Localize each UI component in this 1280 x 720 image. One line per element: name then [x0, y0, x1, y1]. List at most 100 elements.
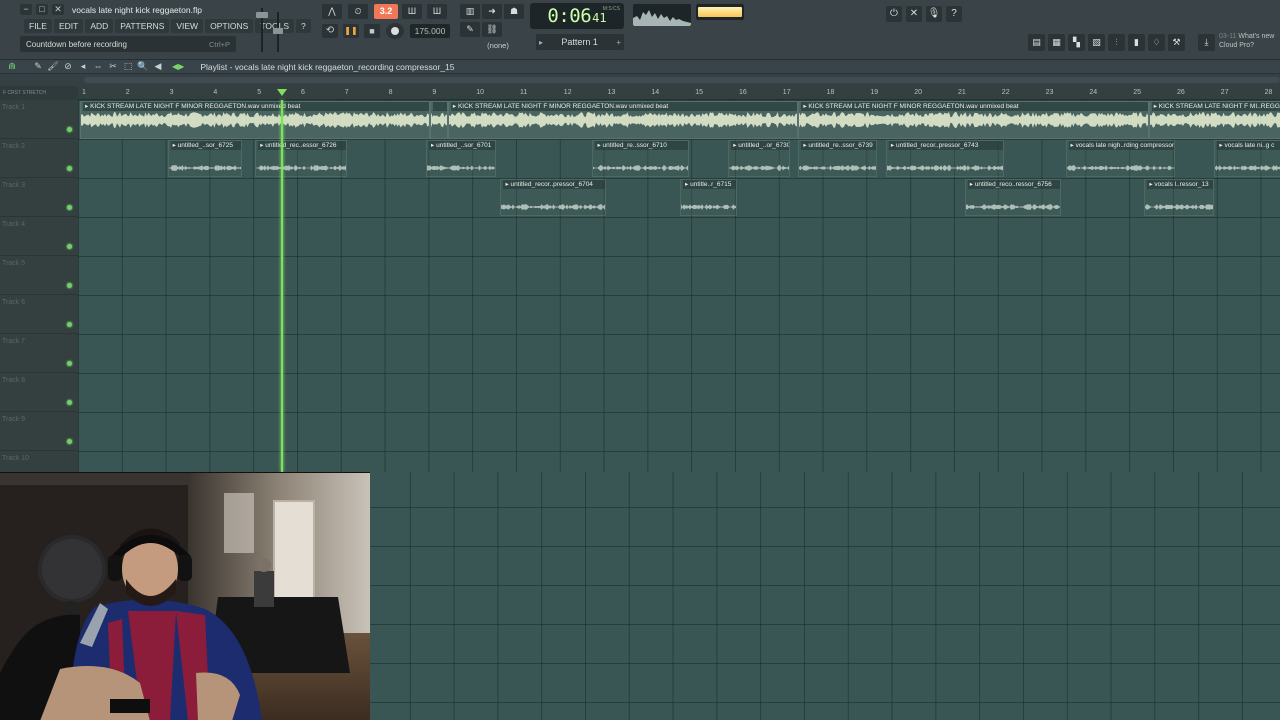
- track-header[interactable]: Track 7: [0, 334, 78, 373]
- time-signature-controls[interactable]: F CRST STRETCH: [0, 86, 78, 100]
- vocal-audio-clip[interactable]: ▸ untitle..r_6715: [680, 179, 737, 216]
- close-icon[interactable]: ✕: [52, 4, 64, 15]
- zoom-tool-icon[interactable]: 🔍: [137, 61, 149, 72]
- playlist-view-icon[interactable]: ▤: [1028, 34, 1045, 51]
- channel-rack-icon[interactable]: ▦: [1048, 34, 1065, 51]
- playback-tool-icon[interactable]: ◀: [152, 61, 164, 72]
- vocal-audio-clip[interactable]: ▸ untitled_..or_6730: [728, 140, 790, 177]
- mute-tool-icon[interactable]: ◂: [77, 61, 89, 72]
- snap-magnet-icon[interactable]: ⋒: [6, 61, 18, 72]
- select-tool-icon[interactable]: ⬚: [122, 61, 134, 72]
- song-time-display[interactable]: 0:06 41 M:S:CS: [530, 3, 624, 29]
- vocal-audio-clip[interactable]: ▸ untitled_re..ssor_6710: [592, 140, 689, 177]
- slice-tool-icon[interactable]: ✂: [107, 61, 119, 72]
- draw-tool-icon[interactable]: ✎: [32, 61, 44, 72]
- stop-button[interactable]: ■: [364, 24, 380, 38]
- mixer-icon[interactable]: ⫶: [1108, 34, 1125, 51]
- beat-audio-clip[interactable]: ▸ KICK STREAM LATE NIGHT F MINOR REGGAET…: [798, 101, 1149, 139]
- vocal-audio-clip[interactable]: ▸ untitled_..sor_6701: [426, 140, 497, 177]
- playhead-marker[interactable]: [277, 89, 288, 96]
- maximize-icon[interactable]: □: [36, 4, 48, 15]
- slip-tool-icon[interactable]: ⇔: [92, 61, 104, 72]
- paint-tool-icon[interactable]: 🖌: [47, 61, 59, 72]
- track-header[interactable]: Track 5: [0, 256, 78, 295]
- vocal-audio-clip[interactable]: ▸ untitled_reco..ressor_6756: [964, 179, 1062, 216]
- track-header[interactable]: Track 6: [0, 295, 78, 334]
- playlist-grid-lower[interactable]: [370, 472, 1280, 720]
- countdown-button[interactable]: 3.2: [374, 4, 398, 19]
- menu-options[interactable]: OPTIONS: [205, 19, 254, 33]
- track-enable-led-icon[interactable]: [67, 400, 72, 405]
- performance-mode-icon[interactable]: ✕: [906, 6, 922, 22]
- piano-typing-icon[interactable]: ▥: [460, 4, 480, 19]
- loop-record-icon[interactable]: ⟲: [322, 24, 338, 38]
- horizontal-scrollbar[interactable]: [0, 74, 1280, 86]
- pattern-selector[interactable]: ▸ Pattern 1 +: [536, 34, 624, 50]
- track-header[interactable]: Track 1: [0, 100, 78, 139]
- timeline-ruler[interactable]: 1 2 3 4 5 6 7 8 9 10 11 12 13 14 15 16 17 18 19 20 21 22 23 24 2…: [78, 86, 1280, 100]
- metronome-icon[interactable]: ⋀: [322, 4, 342, 19]
- menu-file[interactable]: FILE: [24, 19, 52, 33]
- track-enable-led-icon[interactable]: [67, 283, 72, 288]
- track-header[interactable]: Track 9: [0, 412, 78, 451]
- scrollbar-thumb[interactable]: [84, 77, 1280, 83]
- tempo-display[interactable]: 175.000: [410, 24, 450, 38]
- track-header[interactable]: Track 2: [0, 139, 78, 178]
- scroll-icon[interactable]: ☗: [504, 4, 524, 19]
- piano-roll-icon[interactable]: ▚: [1068, 34, 1085, 51]
- track-enable-led-icon[interactable]: [67, 205, 72, 210]
- master-pitch-slider[interactable]: [273, 12, 283, 52]
- track-header[interactable]: Track 8: [0, 373, 78, 412]
- plugin-icon[interactable]: ♢: [1148, 34, 1165, 51]
- track-enable-led-icon[interactable]: [67, 361, 72, 366]
- menu-edit[interactable]: EDIT: [53, 19, 84, 33]
- vocal-audio-clip[interactable]: ▸ untitled_recor..pressor_6743: [885, 140, 1005, 177]
- track-enable-led-icon[interactable]: [67, 166, 72, 171]
- menu-patterns[interactable]: PATTERNS: [115, 19, 170, 33]
- vocal-audio-clip[interactable]: ▸ untitled_recor..pressor_6704: [500, 179, 606, 216]
- vocal-audio-clip[interactable]: ▸ untitled_rec..essor_6726: [255, 140, 348, 177]
- menu-view[interactable]: VIEW: [171, 19, 204, 33]
- link-icon[interactable]: ⛓: [482, 22, 502, 37]
- vocal-audio-clip[interactable]: ▸ vocals l..ressor_13: [1144, 179, 1215, 216]
- tools-icon[interactable]: ⚒: [1168, 34, 1185, 51]
- track-enable-led-icon[interactable]: [67, 244, 72, 249]
- playlist-menu-arrow-icon[interactable]: ◀▶: [172, 62, 184, 71]
- news-panel[interactable]: 03-11 What's new Cloud Pro?: [1219, 32, 1280, 54]
- track-enable-led-icon[interactable]: [67, 439, 72, 444]
- microphone-icon[interactable]: 🎙: [926, 6, 942, 22]
- step-edit-icon[interactable]: Ш: [402, 4, 422, 19]
- minimize-icon[interactable]: −: [20, 4, 32, 15]
- master-volume-slider[interactable]: [256, 6, 268, 54]
- beat-audio-clip[interactable]: ▸ KICK STREAM LATE NIGHT F MINOR REGGAET…: [80, 101, 431, 139]
- delete-tool-icon[interactable]: ⊘: [62, 61, 74, 72]
- beat-audio-clip[interactable]: [430, 101, 448, 139]
- wait-for-input-icon[interactable]: ⏲: [348, 4, 368, 19]
- playlist-grid[interactable]: ▸ KICK STREAM LATE NIGHT F MINOR REGGAET…: [78, 100, 1280, 472]
- vocal-audio-clip[interactable]: ▸ untitled_..sor_6725: [167, 140, 243, 177]
- download-icon[interactable]: ⤓: [1198, 34, 1215, 51]
- vocal-audio-clip[interactable]: ▸ untitled_re..ssor_6739: [798, 140, 878, 177]
- beat-audio-clip[interactable]: ▸ KICK STREAM LATE NIGHT F MINOR REGGAET…: [447, 101, 799, 139]
- file-icon[interactable]: ▮: [1128, 34, 1145, 51]
- track-header[interactable]: Track 4: [0, 217, 78, 256]
- menu-help[interactable]: ?: [296, 19, 311, 33]
- arrow-right-icon[interactable]: ➜: [482, 4, 502, 19]
- snap-selector[interactable]: (none): [478, 40, 518, 52]
- track-enable-led-icon[interactable]: [67, 127, 72, 132]
- beat-audio-clip[interactable]: ▸ KICK STREAM LATE NIGHT F MI..REGGAETON: [1148, 101, 1280, 139]
- menu-add[interactable]: ADD: [85, 19, 114, 33]
- pattern-add-icon[interactable]: +: [616, 38, 621, 47]
- help-icon[interactable]: ?: [946, 6, 962, 22]
- vocal-audio-clip[interactable]: ▸ vocals late ni..g c: [1214, 140, 1280, 177]
- pattern-prev-icon[interactable]: ▸: [539, 38, 543, 47]
- record-button[interactable]: [386, 23, 404, 39]
- blend-notes-icon[interactable]: Ш: [427, 4, 447, 19]
- pause-button[interactable]: ❚❚: [343, 24, 359, 38]
- pencil-icon[interactable]: ✎: [460, 22, 480, 37]
- browser-icon[interactable]: ▧: [1088, 34, 1105, 51]
- vocal-audio-clip[interactable]: ▸ vocals late nigh..rding compressor_7: [1065, 140, 1175, 177]
- power-icon[interactable]: ⏻: [886, 6, 902, 22]
- track-enable-led-icon[interactable]: [67, 322, 72, 327]
- track-header[interactable]: Track 3: [0, 178, 78, 217]
